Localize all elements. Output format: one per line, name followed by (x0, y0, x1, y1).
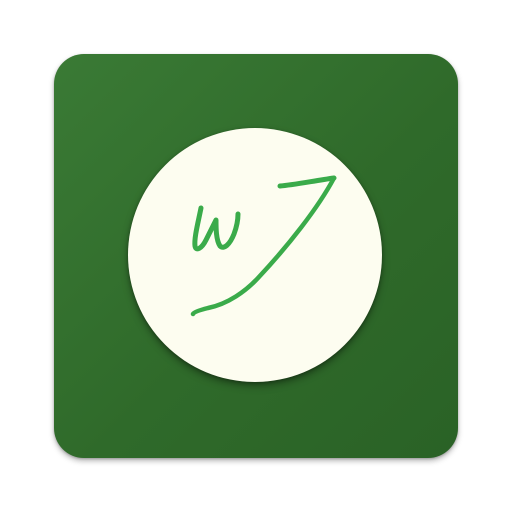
logo-letter-w-stroke (192, 205, 241, 252)
icon-canvas (0, 0, 512, 512)
logo-letter-j-bar-stroke (277, 175, 337, 189)
signature-monogram-icon (190, 175, 337, 317)
logo-letter-j-stem-stroke (190, 175, 337, 317)
